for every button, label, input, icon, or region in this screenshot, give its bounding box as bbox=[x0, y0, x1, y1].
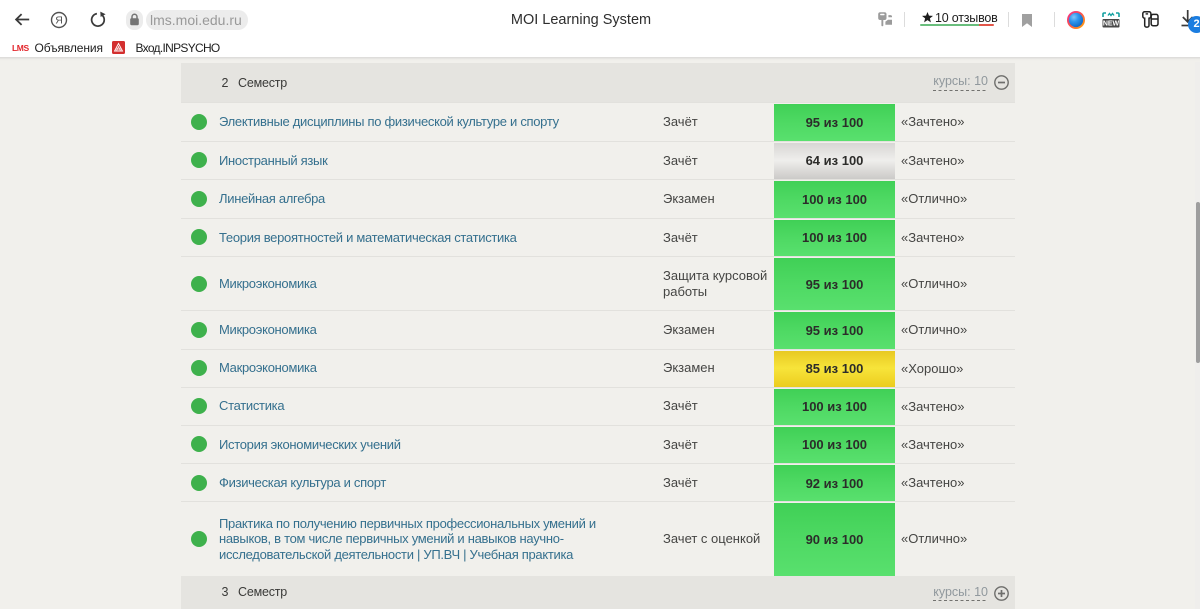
svg-text:Я: Я bbox=[55, 14, 63, 26]
svg-text:NEW: NEW bbox=[1103, 21, 1120, 28]
